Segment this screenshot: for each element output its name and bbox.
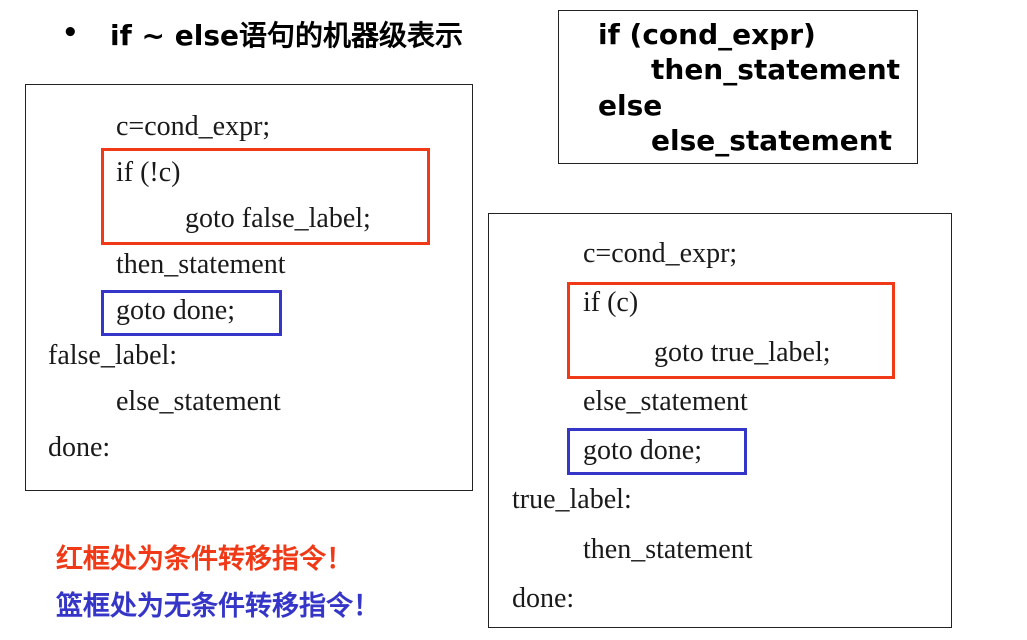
- syntax-line-then: then_statement: [651, 53, 901, 86]
- right-code-line: if (c): [583, 287, 639, 318]
- left-code-box: [25, 84, 473, 491]
- right-code-line: goto done;: [583, 435, 702, 466]
- syntax-line-else-statement: else_statement: [651, 124, 893, 157]
- syntax-line-else: else: [598, 89, 663, 122]
- syntax-line-if: if (cond_expr): [598, 18, 816, 51]
- left-code-line: done:: [48, 432, 111, 463]
- page-title: if ~ else语句的机器级表示: [110, 19, 463, 52]
- right-code-line: goto true_label;: [654, 337, 831, 368]
- conditional-jump-note: 红框处为条件转移指令！: [56, 544, 353, 575]
- left-code-line: if (!c): [116, 157, 181, 188]
- title-bullet: •: [62, 18, 79, 48]
- left-code-line: goto false_label;: [185, 203, 371, 234]
- left-code-line: c=cond_expr;: [116, 111, 271, 142]
- left-code-line: then_statement: [116, 249, 286, 280]
- unconditional-jump-note: 篮框处为无条件转移指令！: [56, 591, 380, 622]
- right-code-line: c=cond_expr;: [583, 238, 738, 269]
- right-code-line: done:: [512, 583, 575, 614]
- left-code-line: goto done;: [116, 295, 235, 326]
- right-code-line: true_label:: [512, 484, 632, 515]
- right-code-line: then_statement: [583, 534, 753, 565]
- right-code-box: [488, 213, 952, 628]
- left-code-line: false_label:: [48, 340, 178, 371]
- right-code-line: else_statement: [583, 386, 748, 417]
- left-code-line: else_statement: [116, 386, 281, 417]
